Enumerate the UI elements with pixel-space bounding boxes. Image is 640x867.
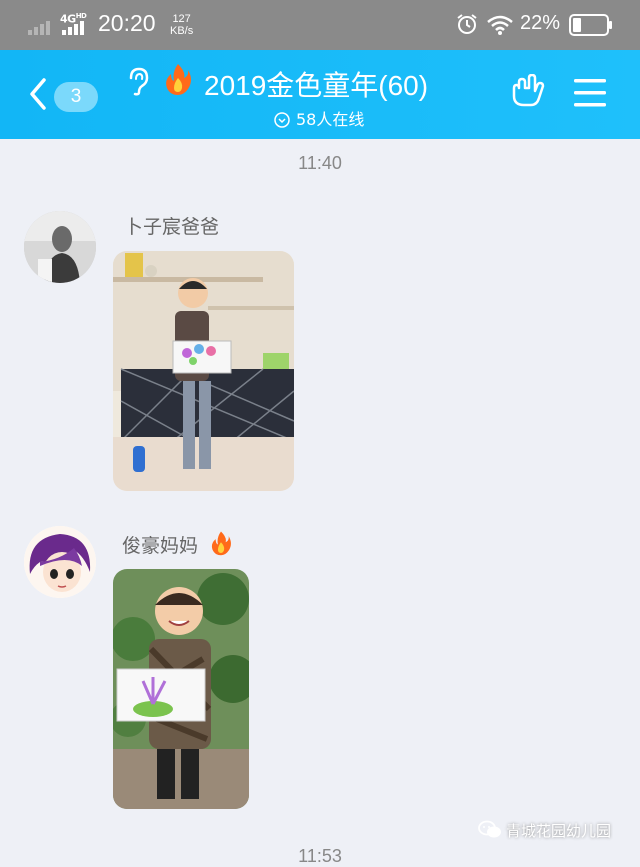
fire-icon: [211, 531, 232, 556]
watermark: 青城花园幼儿园: [478, 820, 611, 841]
ear-icon[interactable]: [126, 66, 150, 96]
signal-icon: [62, 21, 84, 35]
group-title[interactable]: 2019金色童年(60): [204, 64, 428, 104]
wechat-icon: [478, 820, 501, 838]
chevron-circle-icon: [274, 112, 290, 128]
gesture-icon[interactable]: [509, 74, 545, 108]
photo-child-drawing: [113, 569, 249, 809]
unread-count-badge: 3: [54, 82, 98, 112]
message-timestamp: 11:40: [298, 153, 342, 173]
chat-image-message[interactable]: [113, 251, 294, 491]
menu-icon[interactable]: [574, 78, 606, 108]
watermark-text: 青城花园幼儿园: [506, 822, 612, 840]
signal-weak-icon: [28, 21, 50, 35]
online-count-label: 58人在线: [296, 110, 365, 129]
back-chevron-icon: [30, 78, 46, 110]
back-button[interactable]: 3: [24, 70, 104, 118]
sender-name: 卜子宸爸爸: [124, 216, 220, 238]
chat-image-message[interactable]: [113, 569, 249, 809]
status-bar: 4GHD 20:20 127 KB/s 22%: [0, 0, 640, 50]
battery-icon: [569, 14, 612, 36]
avatar[interactable]: [24, 526, 96, 598]
battery-percent: 22%: [520, 12, 561, 34]
fire-icon: [166, 64, 191, 95]
alarm-icon: [457, 14, 477, 34]
photo-child-drawing: [113, 251, 294, 491]
chat-header: 3 2019金色童年(60) 58人在线: [0, 50, 640, 139]
clock: 20:20: [98, 10, 156, 36]
online-status[interactable]: 58人在线: [274, 106, 364, 130]
network-speed: 127 KB/s: [170, 13, 194, 37]
user-photo-avatar: [24, 211, 96, 283]
wifi-icon: [487, 15, 513, 35]
avatar[interactable]: [24, 211, 96, 283]
message-timestamp: 11:53: [298, 846, 342, 866]
sender-name: 俊豪妈妈: [122, 530, 232, 558]
anime-girl-avatar: [24, 526, 96, 598]
